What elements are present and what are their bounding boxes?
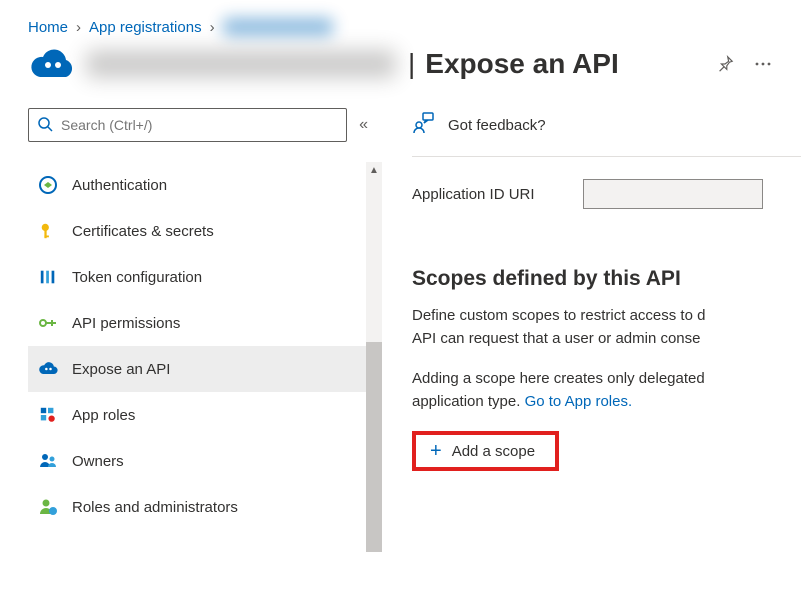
breadcrumb-app-registrations[interactable]: App registrations	[89, 19, 202, 36]
feedback-link[interactable]: Got feedback?	[412, 108, 801, 142]
authentication-icon	[38, 175, 58, 195]
add-scope-label: Add a scope	[452, 443, 535, 460]
main-content: Got feedback? Application ID URI Scopes …	[368, 108, 801, 579]
scopes-description: Define custom scopes to restrict access …	[412, 305, 792, 350]
more-icon[interactable]	[753, 54, 773, 74]
search-input-wrap[interactable]	[28, 108, 347, 142]
cloud-api-icon	[38, 359, 58, 379]
nav-item-label: Token configuration	[72, 269, 202, 286]
page-title: Expose an API	[425, 48, 618, 80]
divider	[412, 156, 801, 157]
nav-item-authentication[interactable]: Authentication	[28, 162, 368, 208]
chevron-right-icon: ›	[76, 19, 81, 36]
nav-item-token-configuration[interactable]: Token configuration	[28, 254, 368, 300]
app-name-redacted	[86, 50, 396, 78]
add-scope-button[interactable]: + Add a scope	[412, 431, 559, 471]
cloud-app-icon	[28, 48, 76, 80]
chevron-right-icon: ›	[210, 19, 215, 36]
breadcrumb: Home › App registrations ›	[0, 0, 801, 44]
nav-item-label: Authentication	[72, 177, 167, 194]
key-icon	[38, 221, 58, 241]
nav-item-roles-administrators[interactable]: Roles and administrators	[28, 484, 368, 530]
owners-icon	[38, 451, 58, 471]
scopes-description-2: Adding a scope here creates only delegat…	[412, 368, 792, 413]
nav-item-label: API permissions	[72, 315, 180, 332]
nav-item-api-permissions[interactable]: API permissions	[28, 300, 368, 346]
application-id-uri-label: Application ID URI	[412, 186, 535, 203]
application-id-uri-input[interactable]	[583, 179, 763, 209]
app-roles-icon	[38, 405, 58, 425]
plus-icon: +	[430, 441, 442, 461]
nav-item-app-roles[interactable]: App roles	[28, 392, 368, 438]
nav-item-label: Expose an API	[72, 361, 170, 378]
title-bar: | Expose an API	[0, 44, 801, 108]
sidebar: « Authentication Certificates & secrets …	[0, 108, 368, 579]
nav-item-label: Certificates & secrets	[72, 223, 214, 240]
go-to-app-roles-link[interactable]: Go to App roles.	[525, 393, 633, 410]
scopes-heading: Scopes defined by this API	[412, 267, 801, 291]
nav-item-expose-an-api[interactable]: Expose an API	[28, 346, 368, 392]
breadcrumb-app-name-redacted[interactable]	[223, 18, 333, 36]
search-icon	[37, 116, 53, 135]
scrollbar-thumb[interactable]	[366, 342, 382, 552]
person-feedback-icon	[412, 112, 434, 138]
feedback-label: Got feedback?	[448, 117, 546, 134]
api-permissions-icon	[38, 313, 58, 333]
nav-item-label: App roles	[72, 407, 135, 424]
nav-item-certificates-secrets[interactable]: Certificates & secrets	[28, 208, 368, 254]
nav-item-label: Roles and administrators	[72, 499, 238, 516]
pin-icon[interactable]	[715, 54, 735, 74]
collapse-sidebar-icon[interactable]: «	[359, 116, 368, 134]
token-icon	[38, 267, 58, 287]
nav-item-owners[interactable]: Owners	[28, 438, 368, 484]
application-id-uri-row: Application ID URI	[412, 179, 801, 209]
scrollbar[interactable]: ▲	[366, 162, 382, 552]
roles-admins-icon	[38, 497, 58, 517]
search-input[interactable]	[61, 117, 338, 133]
nav-item-label: Owners	[72, 453, 124, 470]
breadcrumb-home[interactable]: Home	[28, 19, 68, 36]
scrollbar-up-arrow-icon[interactable]: ▲	[366, 162, 382, 178]
